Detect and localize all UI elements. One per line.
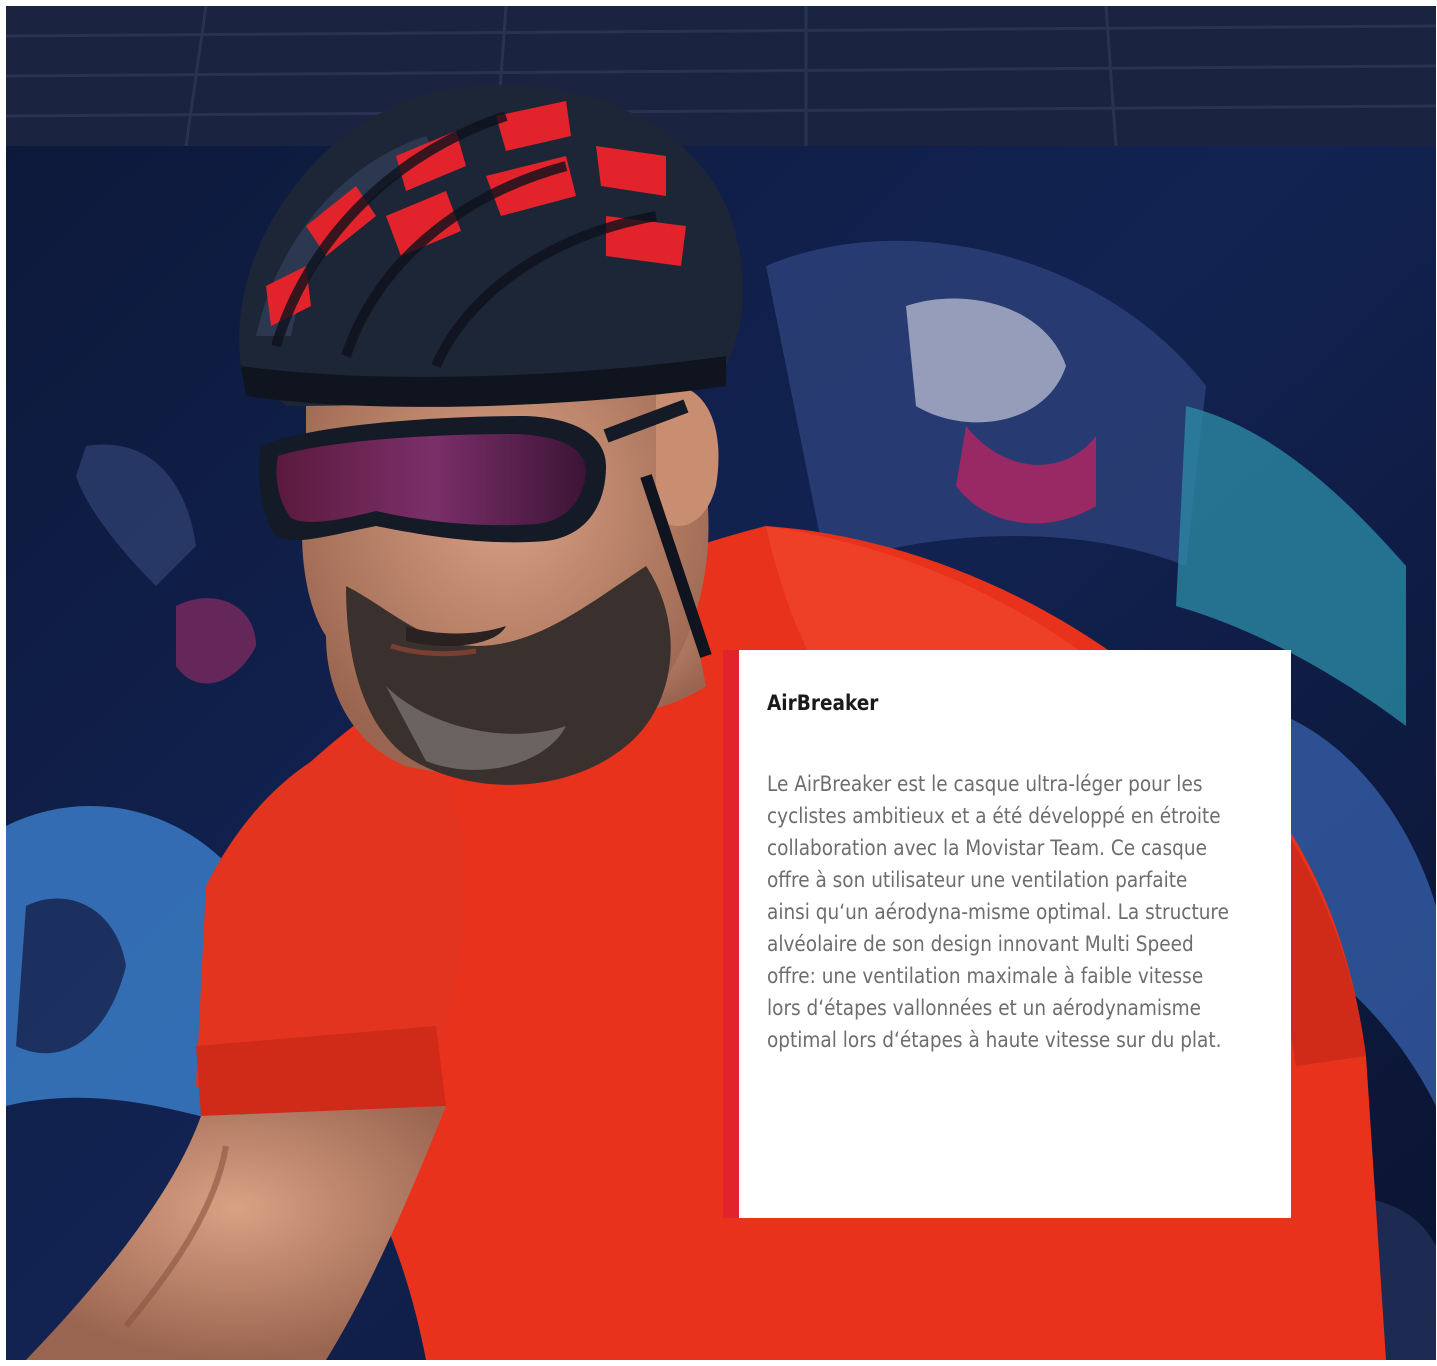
product-title: AirBreaker: [767, 691, 879, 715]
product-info-card: AirBreaker Le AirBreaker est le casque u…: [723, 650, 1291, 1218]
product-description: Le AirBreaker est le casque ultra-léger …: [767, 772, 1229, 1052]
accent-bar: [723, 650, 739, 1218]
